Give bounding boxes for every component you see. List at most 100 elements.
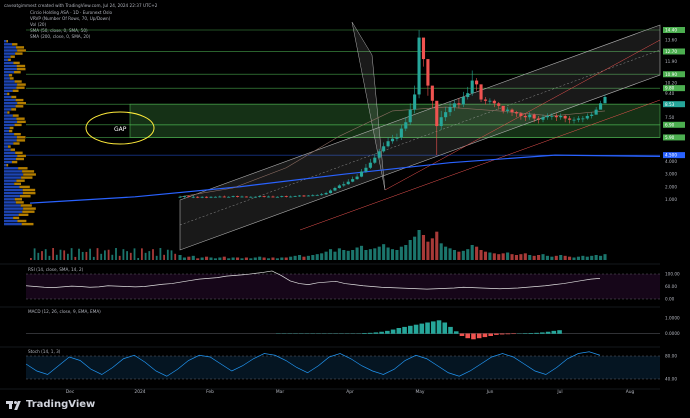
candle-body[interactable]: [595, 110, 598, 115]
volume-bar[interactable]: [41, 251, 43, 260]
volume-bar[interactable]: [595, 255, 598, 260]
volume-bar[interactable]: [360, 246, 363, 260]
candle-body[interactable]: [599, 103, 602, 109]
candle-body[interactable]: [285, 196, 288, 197]
volume-bar[interactable]: [431, 238, 434, 260]
price-axis-label[interactable]: 6.90: [665, 122, 675, 127]
volume-bar[interactable]: [74, 257, 76, 260]
macd-bar[interactable]: [454, 331, 459, 334]
volume-bar[interactable]: [67, 254, 69, 260]
candle-body[interactable]: [382, 146, 385, 151]
candle-body[interactable]: [294, 196, 297, 197]
macd-bar[interactable]: [523, 333, 528, 334]
candle-body[interactable]: [524, 116, 527, 117]
candle-body[interactable]: [506, 110, 509, 111]
volume-bar[interactable]: [466, 249, 469, 260]
candle-body[interactable]: [249, 197, 252, 198]
price-axis-label[interactable]: 1.000: [665, 197, 677, 202]
volume-bar[interactable]: [280, 258, 283, 261]
candle-body[interactable]: [214, 197, 217, 198]
volume-bar[interactable]: [167, 250, 169, 260]
volume-bar[interactable]: [479, 250, 482, 260]
candle-body[interactable]: [187, 196, 190, 197]
volume-bar[interactable]: [214, 258, 217, 260]
candle-body[interactable]: [559, 116, 562, 117]
macd-bar[interactable]: [379, 332, 384, 334]
candle-body[interactable]: [351, 179, 354, 182]
candle-body[interactable]: [369, 163, 372, 168]
volume-bar[interactable]: [351, 250, 354, 260]
candle-body[interactable]: [422, 38, 425, 59]
candle-body[interactable]: [409, 110, 412, 123]
volume-bar[interactable]: [497, 254, 500, 260]
candle-body[interactable]: [183, 196, 186, 197]
volume-bar[interactable]: [298, 255, 301, 260]
volume-bar[interactable]: [227, 258, 230, 260]
volume-bar[interactable]: [209, 258, 212, 261]
volume-bar[interactable]: [409, 240, 412, 260]
candle-body[interactable]: [373, 158, 376, 163]
oscillator-legend[interactable]: RSI (14, close, SMA, 14, 2): [28, 267, 84, 272]
candle-body[interactable]: [533, 115, 536, 119]
volume-bar[interactable]: [325, 252, 328, 260]
candle-body[interactable]: [431, 86, 434, 101]
candle-body[interactable]: [245, 197, 248, 198]
candle-body[interactable]: [457, 103, 460, 104]
symbol-legend[interactable]: Circio Holding ASA · 1D · Euronext Oslo: [30, 10, 112, 15]
volume-bar[interactable]: [506, 253, 509, 261]
volume-bar[interactable]: [537, 255, 540, 260]
price-axis-label[interactable]: 12.70: [665, 49, 677, 54]
macd-bar[interactable]: [534, 333, 539, 334]
candle-body[interactable]: [444, 112, 447, 117]
vrvp-legend[interactable]: VRVP (Number Of Rows, 70, Up/Down): [30, 16, 111, 21]
volume-bar[interactable]: [475, 247, 478, 260]
sma200-legend[interactable]: SMA (200, close, 0, SMA, 20): [30, 34, 91, 39]
volume-bar[interactable]: [240, 258, 243, 260]
volume-bar[interactable]: [426, 242, 429, 260]
tradingview-brand[interactable]: TradingView: [6, 399, 95, 410]
candle-body[interactable]: [515, 112, 518, 113]
candle-body[interactable]: [435, 101, 438, 126]
macd-bar[interactable]: [488, 334, 493, 337]
volume-bar[interactable]: [342, 250, 345, 260]
price-axis-label[interactable]: 10.90: [665, 72, 677, 77]
candle-body[interactable]: [440, 117, 443, 126]
volume-bar[interactable]: [347, 251, 350, 260]
volume-bar[interactable]: [137, 258, 139, 260]
candle-body[interactable]: [338, 185, 341, 188]
volume-bar[interactable]: [152, 249, 154, 260]
candle-body[interactable]: [201, 197, 204, 198]
volume-bar[interactable]: [533, 256, 536, 260]
volume-bar[interactable]: [104, 250, 106, 260]
macd-bar[interactable]: [431, 321, 436, 333]
price-axis-label[interactable]: 14.40: [665, 28, 677, 33]
macd-bar[interactable]: [408, 326, 413, 334]
volume-bar[interactable]: [510, 254, 513, 260]
volume-bar[interactable]: [400, 247, 403, 260]
volume-bar[interactable]: [586, 257, 589, 260]
volume-bar[interactable]: [111, 255, 113, 260]
oscillator-legend[interactable]: Stoch (14, 1, 3): [28, 349, 61, 354]
candle-body[interactable]: [462, 97, 465, 105]
volume-bar[interactable]: [493, 253, 496, 260]
volume-bar[interactable]: [364, 250, 367, 260]
candle-body[interactable]: [400, 129, 403, 138]
candle-body[interactable]: [329, 191, 332, 194]
candle-body[interactable]: [449, 107, 452, 112]
candle-body[interactable]: [590, 115, 593, 116]
volume-bar[interactable]: [30, 258, 32, 260]
volume-bar[interactable]: [145, 253, 147, 260]
candle-body[interactable]: [568, 118, 571, 119]
volume-bar[interactable]: [449, 248, 452, 260]
volume-bar[interactable]: [37, 253, 39, 260]
candle-body[interactable]: [232, 196, 235, 197]
macd-bar[interactable]: [500, 334, 505, 335]
volume-bar[interactable]: [93, 257, 95, 260]
volume-bar[interactable]: [134, 248, 136, 260]
volume-bar[interactable]: [86, 252, 88, 260]
volume-bar[interactable]: [564, 256, 567, 260]
volume-bar[interactable]: [163, 255, 165, 260]
volume-bar[interactable]: [603, 254, 606, 260]
volume-bar[interactable]: [311, 255, 314, 260]
candle-body[interactable]: [493, 101, 496, 104]
